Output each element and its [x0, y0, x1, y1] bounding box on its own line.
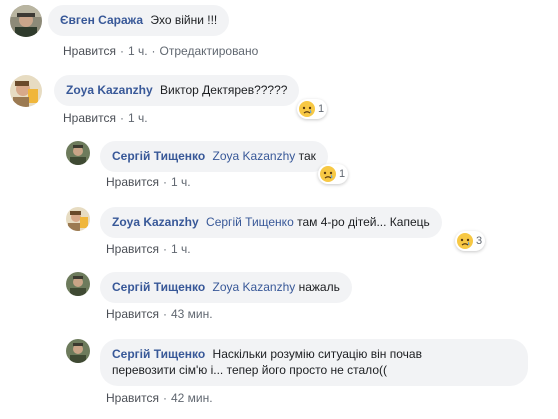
reaction-badge[interactable]: 1: [318, 164, 349, 184]
comment-author[interactable]: Zoya Kazanzhy: [66, 83, 153, 97]
avatar-photo-icon: [66, 141, 90, 165]
separator-dot: ·: [162, 242, 167, 256]
comment-bubble: Євген Саража Эхо війни !!!: [48, 5, 230, 36]
avatar-photo-icon: [10, 75, 42, 107]
reply-4: Сергій Тищенко Наскільки розумію ситуаці…: [66, 339, 528, 386]
like-button[interactable]: Нравится: [106, 307, 159, 321]
comment-bubble: Сергій Тищенко Zoya Kazanzhy нажаль: [100, 272, 352, 303]
separator-dot: ·: [119, 44, 124, 58]
comment-bubble: Zoya Kazanzhy Сергій Тищенко там 4-ро ді…: [100, 207, 442, 238]
comment-text: Наскільки розумію ситуацію він почав: [212, 347, 422, 361]
like-button[interactable]: Нравится: [63, 44, 116, 58]
like-button[interactable]: Нравится: [106, 242, 159, 256]
crying-face-reaction-icon: [299, 101, 315, 117]
separator-dot: ·: [162, 175, 167, 189]
comment-actions: Нравится · 1 ч. · Отредактировано: [63, 44, 258, 58]
reaction-count: 1: [339, 168, 346, 180]
comment-author[interactable]: Сергій Тищенко: [112, 347, 205, 361]
comment-1: Євген Саража Эхо війни !!!: [10, 5, 230, 37]
avatar-serhii[interactable]: [66, 272, 90, 296]
crying-face-reaction-icon: [457, 233, 473, 249]
avatar-zoya[interactable]: [10, 75, 42, 107]
comment-text-line: перевозити сім'ю і... тепер його просто …: [112, 363, 387, 377]
comment-author[interactable]: Сергій Тищенко: [112, 149, 205, 163]
avatar-zoya[interactable]: [66, 207, 90, 231]
comment-actions: Нравится · 43 мин.: [106, 307, 213, 321]
reaction-count: 1: [318, 103, 325, 115]
reaction-badge[interactable]: 3: [455, 231, 486, 251]
comment-author[interactable]: Євген Саража: [60, 13, 143, 27]
separator-dot: ·: [162, 307, 167, 321]
comment-text: так: [298, 149, 316, 163]
comment-text: Виктор Дектярев?????: [160, 83, 288, 97]
avatar-serhii[interactable]: [66, 339, 90, 363]
like-button[interactable]: Нравится: [106, 391, 159, 405]
comment-time[interactable]: 43 мин.: [171, 307, 213, 321]
edited-label[interactable]: Отредактировано: [160, 44, 259, 58]
reply-2: Zoya Kazanzhy Сергій Тищенко там 4-ро ді…: [66, 207, 442, 238]
mention-link[interactable]: Сергій Тищенко: [206, 215, 294, 229]
comment-actions: Нравится · 1 ч.: [63, 111, 148, 125]
avatar-photo-icon: [66, 272, 90, 296]
reply-1: Сергій Тищенко Zoya Kazanzhy так: [66, 141, 328, 172]
comment-time[interactable]: 1 ч.: [171, 242, 191, 256]
separator-dot: ·: [162, 391, 167, 405]
reaction-badge[interactable]: 1: [297, 99, 328, 119]
comment-bubble: Сергій Тищенко Zoya Kazanzhy так: [100, 141, 328, 172]
comment-author[interactable]: Zoya Kazanzhy: [112, 215, 199, 229]
mention-link[interactable]: Zoya Kazanzhy: [213, 280, 296, 294]
comment-text: нажаль: [298, 280, 340, 294]
like-button[interactable]: Нравится: [106, 175, 159, 189]
separator-dot: ·: [119, 111, 124, 125]
comment-time[interactable]: 42 мин.: [171, 391, 213, 405]
comment-actions: Нравится · 1 ч.: [106, 242, 191, 256]
comment-2: Zoya Kazanzhy Виктор Дектярев?????: [10, 75, 300, 107]
comment-bubble: Сергій Тищенко Наскільки розумію ситуаці…: [100, 339, 528, 386]
comment-time[interactable]: 1 ч.: [128, 111, 148, 125]
mention-link[interactable]: Zoya Kazanzhy: [213, 149, 296, 163]
comment-text: там 4-ро дітей... Капець: [297, 215, 430, 229]
comment-text: Эхо війни !!!: [150, 13, 218, 27]
avatar-photo-icon: [66, 207, 90, 231]
avatar-photo-icon: [10, 5, 42, 37]
separator-dot: ·: [151, 44, 156, 58]
like-button[interactable]: Нравится: [63, 111, 116, 125]
reply-3: Сергій Тищенко Zoya Kazanzhy нажаль: [66, 272, 352, 303]
avatar-yevhen[interactable]: [10, 5, 42, 37]
comment-bubble: Zoya Kazanzhy Виктор Дектярев?????: [54, 75, 300, 106]
comment-time[interactable]: 1 ч.: [171, 175, 191, 189]
comment-time[interactable]: 1 ч.: [128, 44, 148, 58]
crying-face-reaction-icon: [320, 166, 336, 182]
comment-text-line: Сергій Тищенко Наскільки розумію ситуаці…: [112, 346, 516, 362]
avatar-serhii[interactable]: [66, 141, 90, 165]
avatar-photo-icon: [66, 339, 90, 363]
comment-actions: Нравится · 42 мин.: [106, 391, 213, 405]
reaction-count: 3: [476, 235, 483, 247]
comment-actions: Нравится · 1 ч.: [106, 175, 191, 189]
comment-author[interactable]: Сергій Тищенко: [112, 280, 205, 294]
